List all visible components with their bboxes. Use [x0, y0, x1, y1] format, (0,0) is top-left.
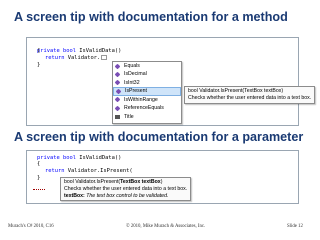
property-icon: [115, 114, 120, 119]
tip-signature: bool Validator.IsPresent(TextBox textBox…: [188, 88, 284, 94]
tip-signature-prefix: bool Validator.IsPresent(: [64, 179, 121, 185]
dropdown-caret-icon: [101, 55, 108, 60]
list-item-label: IsInt32: [124, 79, 140, 86]
code-keyword: private bool: [37, 155, 76, 161]
list-item-label: ReferenceEquals: [124, 105, 164, 112]
tip-param-description: The text box control to be validated.: [84, 192, 169, 199]
code-keyword-return: return: [45, 55, 65, 61]
code-text-validator: Validator.IsPresent(: [64, 168, 133, 174]
list-item[interactable]: Equals: [113, 62, 181, 70]
tip-signature-suffix: ): [160, 179, 163, 185]
code-text: IsValidData(): [75, 155, 122, 161]
footer-right: Slide 12: [287, 224, 303, 229]
list-item-label: IsPresent: [125, 88, 147, 95]
code-text: IsValidData(): [75, 48, 122, 55]
list-item[interactable]: IsDecimal: [113, 70, 181, 78]
footer-left: Murach's C# 2010, C16: [8, 224, 54, 229]
code-keyword-return: return: [45, 168, 65, 174]
list-item[interactable]: IsWithinRange: [113, 96, 181, 104]
method-icon: [114, 105, 121, 112]
method-icon: [114, 97, 121, 103]
list-item-selected[interactable]: IsPresent: [113, 87, 181, 96]
method-icon: [115, 88, 122, 95]
tip-description: Checks whether the user entered data int…: [64, 185, 188, 192]
code-brace-close: }: [37, 175, 41, 181]
footer-center: © 2010, Mike Murach & Associates, Inc.: [126, 224, 206, 229]
tip-description: Checks whether the user entered data int…: [188, 94, 312, 101]
parameter-screen-tip: bool Validator.IsPresent(TextBox textBox…: [60, 177, 192, 202]
list-item[interactable]: ReferenceEquals: [113, 104, 181, 112]
list-item[interactable]: IsInt32: [113, 79, 181, 87]
section-title-method: A screen tip with documentation for a me…: [14, 10, 288, 24]
code-brace-close: }: [37, 62, 41, 68]
tip-param-name: textBox:: [64, 192, 85, 199]
section-title-parameter: A screen tip with documentation for a pa…: [14, 130, 304, 144]
code-brace-open: {: [37, 161, 41, 167]
method-icon: [114, 71, 121, 78]
error-squiggle: [33, 187, 45, 190]
list-item-label: Title: [124, 113, 134, 120]
intellisense-list[interactable]: Equals IsDecimal IsInt32 IsPresent IsWit…: [112, 61, 182, 124]
method-icon: [114, 80, 121, 86]
code-brace-open: {: [37, 48, 41, 54]
method-screen-tip: bool Validator.IsPresent(TextBox textBox…: [184, 86, 316, 104]
list-item-label: IsDecimal: [124, 71, 147, 78]
code-text-validator: Validator.: [64, 55, 101, 61]
list-item-label: IsWithinRange: [124, 96, 158, 103]
method-icon: [114, 63, 121, 70]
tip-signature-param: TextBox textBox: [120, 179, 161, 185]
list-item[interactable]: Title: [113, 113, 181, 121]
code-keyword: private bool: [37, 48, 76, 55]
list-item-label: Equals: [124, 63, 140, 69]
